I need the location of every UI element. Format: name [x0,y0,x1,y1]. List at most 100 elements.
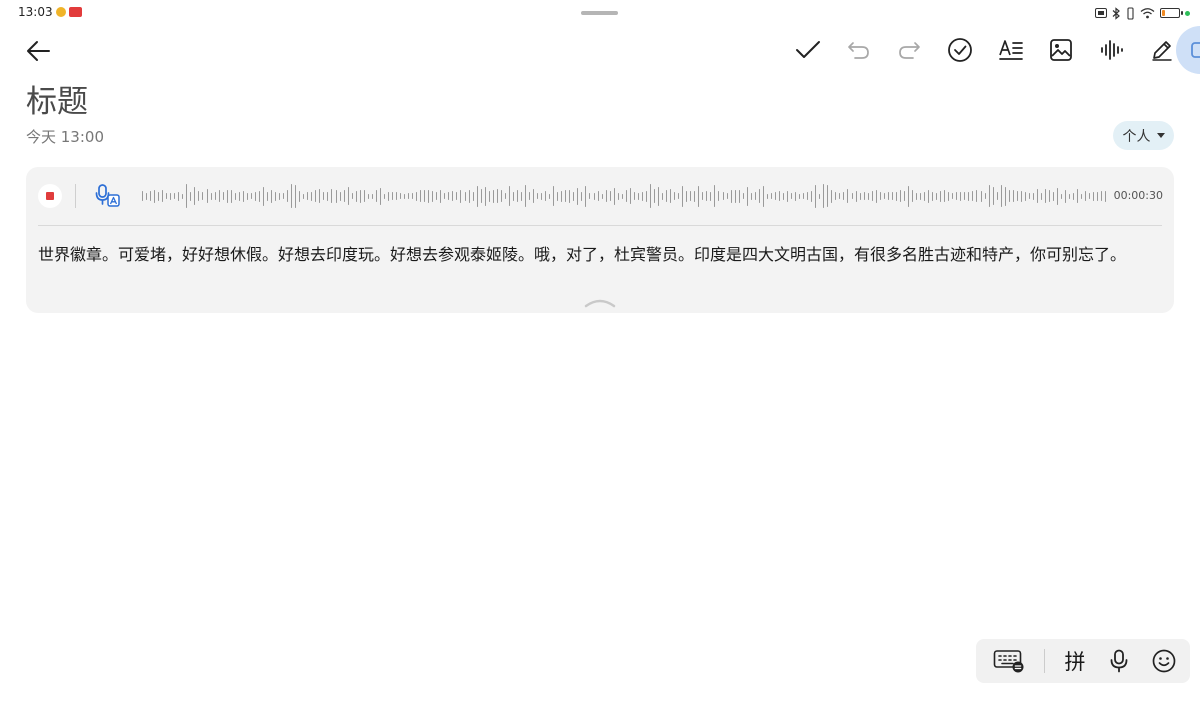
waveform-bar [266,191,268,201]
waveform-bar [863,192,865,200]
waveform-bar [448,192,450,200]
waveform-bar [512,191,514,201]
waveform-bar [206,189,208,203]
waveform-bar [464,191,466,201]
note-timestamp: 今天 13:00 [26,128,104,146]
waveform-bar [1061,193,1063,199]
waveform-bar [146,192,148,200]
waveform-bar [609,191,611,201]
waveform-bar [807,192,809,200]
waveform-bar [653,189,655,203]
text-format-button[interactable] [993,32,1029,68]
waveform-bar [254,191,256,201]
waveform-bar [581,191,583,201]
waveform-bar [899,190,901,202]
waveform-bar [420,190,422,202]
pinyin-mode-button[interactable]: 拼 [1062,645,1088,677]
waveform-bar [662,192,664,200]
waveform-bar [1049,190,1051,202]
transcript-text[interactable]: 世界徽章。可爱堵，好好想休假。好想去印度玩。好想去参观泰姬陵。哦，对了，杜宾警员… [38,243,1152,266]
waveform-bar [412,193,414,199]
nfc-icon [1095,8,1107,18]
emoji-button[interactable] [1150,645,1178,677]
waveform-bar [319,189,321,203]
waveform-bar [871,191,873,201]
waveform-bar [537,193,539,199]
waveform-bar [150,191,152,201]
waveform-bar [839,193,841,199]
vibrate-icon [1127,6,1134,20]
waveform-bar [246,192,248,200]
insert-image-button[interactable] [1043,32,1079,68]
stop-icon [46,192,54,200]
keyboard-toggle-button[interactable] [992,645,1026,677]
voice-input-button[interactable] [1106,645,1132,677]
window-drag-handle[interactable] [581,11,618,15]
waveform-bar [875,189,877,203]
waveform-bar [674,192,676,200]
waveform-bar [730,189,732,203]
app-notification-icon [56,7,66,17]
waveform-bar [645,190,647,202]
waveform-bar [383,193,385,199]
waveform-bar [242,190,244,202]
waveform-bar [601,193,603,199]
waveform-bar [1012,190,1014,202]
collapse-button[interactable] [584,296,616,310]
waveform-bar [738,189,740,203]
waveform-bar [641,191,643,201]
divider [38,225,1162,226]
waveform-bar [770,193,772,199]
charging-indicator [1185,10,1190,16]
waveform-bar [1093,191,1095,201]
waveform-bar [363,190,365,202]
waveform-bar [299,190,301,202]
note-title[interactable]: 标题 [26,76,88,121]
back-button[interactable] [20,34,56,68]
category-dropdown[interactable]: 个人 [1113,121,1174,150]
waveform-bar [375,190,377,202]
waveform-bar [774,192,776,200]
category-label: 个人 [1122,128,1151,145]
waveform-bar [972,191,974,201]
window-icon [1191,42,1200,58]
voice-record-button[interactable] [1094,32,1130,68]
checklist-button[interactable] [942,32,978,68]
waveform-bar [347,187,349,205]
waveform-bar [835,192,837,200]
divider [75,184,76,208]
waveform-bar [944,190,946,202]
waveform-bar [690,191,692,201]
waveform-bar [1020,190,1022,202]
waveform-bar [234,192,236,200]
stop-recording-button[interactable] [38,184,62,208]
waveform-bar [323,192,325,200]
waveform-bar [811,190,813,202]
waveform-bar [613,187,615,205]
waveform-bar [194,187,196,205]
waveform-bar [678,193,680,199]
waveform-bar [424,190,426,202]
waveform-bar [1077,189,1079,203]
waveform-bar [371,193,373,199]
waveform-bar [182,193,184,199]
waveform-bar [307,192,309,200]
waveform-bar [561,190,563,202]
bluetooth-icon [1112,6,1120,20]
waveform-bar [1053,191,1055,201]
speech-to-text-button[interactable] [94,182,122,210]
waveform-bar [686,190,688,202]
save-button[interactable] [790,32,826,68]
text-format-icon [999,40,1023,60]
waveform-bar [702,192,704,200]
waveform-bar [387,191,389,201]
wifi-icon [1140,8,1155,19]
waveform-bar [202,192,204,200]
redo-button[interactable] [891,32,927,68]
waveform-bar [339,191,341,201]
waveform-bar [1065,189,1067,203]
waveform-bar [222,192,224,200]
undo-button[interactable] [841,32,877,68]
waveform-bar [230,189,232,203]
handwriting-button[interactable] [1144,32,1180,68]
